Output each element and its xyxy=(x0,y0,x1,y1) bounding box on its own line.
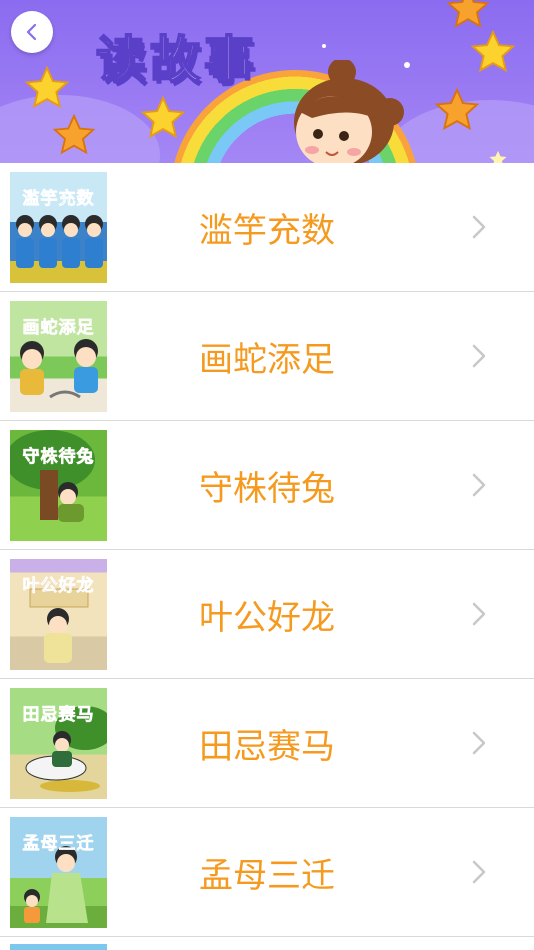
story-thumbnail: 田忌赛马 xyxy=(10,688,107,799)
story-row[interactable]: 滥竽充数 滥竽充数 xyxy=(0,163,534,292)
story-thumbnail: 画蛇添足 xyxy=(10,301,107,412)
thumbnail-title: 滥竽充数 xyxy=(22,189,95,210)
chevron-right-icon xyxy=(472,215,486,239)
story-title: 叶公好龙 xyxy=(199,597,335,638)
star-icon xyxy=(24,66,70,109)
chevron-right-icon xyxy=(472,602,486,626)
story-title: 滥竽充数 xyxy=(199,210,335,251)
story-title: 画蛇添足 xyxy=(199,339,335,380)
story-thumbnail: 孟母三迁 xyxy=(10,817,107,928)
story-row[interactable]: 守株待兔 守株待兔 xyxy=(0,421,534,550)
chevron-right-icon xyxy=(472,473,486,497)
star-icon xyxy=(140,96,186,139)
story-row[interactable]: 田忌赛马 田忌赛马 xyxy=(0,679,534,808)
story-title: 孟母三迁 xyxy=(199,855,335,896)
star-icon xyxy=(470,30,516,73)
story-row[interactable]: 画蛇添足 画蛇添足 xyxy=(0,292,534,421)
star-icon xyxy=(52,114,96,155)
star-icon xyxy=(489,150,507,163)
page-title: 读故事 xyxy=(95,30,258,90)
thumbnail-title: 田忌赛马 xyxy=(22,705,95,726)
chevron-right-icon xyxy=(472,731,486,755)
chevron-right-icon xyxy=(472,344,486,368)
chevron-left-icon xyxy=(26,23,37,41)
thumbnail-title: 叶公好龙 xyxy=(22,576,95,597)
star-icon xyxy=(434,88,480,131)
story-list: 滥竽充数 滥竽充数 画蛇添足 画蛇添足 守株待兔 守株待兔 叶公好龙 叶公好龙 … xyxy=(0,163,534,937)
story-row[interactable]: 叶公好龙 叶公好龙 xyxy=(0,550,534,679)
story-thumbnail: 守株待兔 xyxy=(10,430,107,541)
story-row[interactable]: 孟母三迁 孟母三迁 xyxy=(0,808,534,937)
story-thumbnail: 叶公好龙 xyxy=(10,559,107,670)
thumbnail-title: 画蛇添足 xyxy=(22,318,95,339)
story-thumbnail: 滥竽充数 xyxy=(10,172,107,283)
thumbnail-title: 孟母三迁 xyxy=(22,834,95,855)
back-button[interactable] xyxy=(11,11,53,53)
sparkle-dot xyxy=(322,44,326,48)
header-banner: 读故事 xyxy=(0,0,534,163)
chevron-right-icon xyxy=(472,860,486,884)
star-icon xyxy=(446,0,490,28)
girl-illustration xyxy=(294,60,404,163)
story-thumbnail-partial[interactable] xyxy=(10,944,107,950)
story-title: 田忌赛马 xyxy=(199,726,335,767)
story-title: 守株待兔 xyxy=(199,468,335,509)
thumbnail-title: 守株待兔 xyxy=(22,447,95,468)
